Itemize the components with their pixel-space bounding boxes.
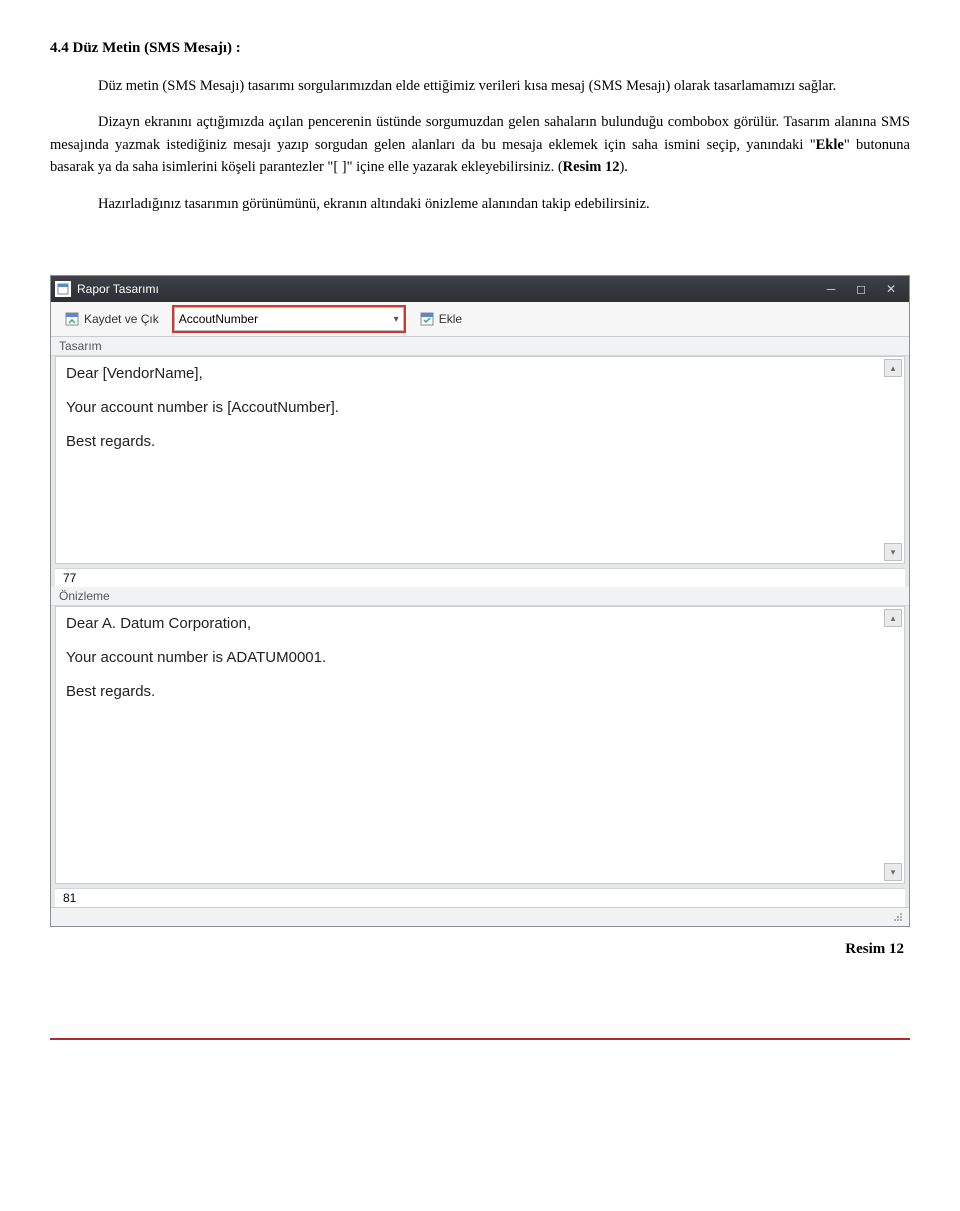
p2-end: ). bbox=[619, 159, 627, 175]
minimize-button[interactable]: ─ bbox=[817, 280, 845, 298]
scroll-up-icon[interactable]: ▴ bbox=[884, 609, 902, 627]
preview-editor: ▴ Dear A. Datum Corporation, Your accoun… bbox=[55, 606, 905, 884]
resize-grip-icon[interactable] bbox=[891, 910, 905, 924]
p2-bold-ekle: Ekle bbox=[816, 137, 844, 153]
p2-lead: Dizayn ekranını açtığımızda açılan pence… bbox=[50, 114, 910, 152]
save-exit-label: Kaydet ve Çık bbox=[84, 312, 159, 326]
add-button[interactable]: Ekle bbox=[412, 308, 469, 330]
paragraph-1: Düz metin (SMS Mesajı) tasarımı sorgular… bbox=[50, 75, 910, 97]
window-buttons: ─ ◻ ✕ bbox=[817, 280, 905, 298]
p2-bold-resim: Resim 12 bbox=[563, 159, 620, 175]
field-combobox-highlight: AccoutNumber ▾ bbox=[172, 305, 406, 333]
app-window: Rapor Tasarımı ─ ◻ ✕ Kaydet ve Çık Accou… bbox=[50, 275, 910, 927]
save-icon bbox=[64, 311, 80, 327]
titlebar[interactable]: Rapor Tasarımı ─ ◻ ✕ bbox=[51, 276, 909, 302]
scroll-down-icon[interactable]: ▾ bbox=[884, 863, 902, 881]
status-bar bbox=[51, 907, 909, 926]
toolbar: Kaydet ve Çık AccoutNumber ▾ Ekle bbox=[51, 302, 909, 337]
app-icon bbox=[55, 281, 71, 297]
field-combobox-value: AccoutNumber bbox=[179, 312, 258, 326]
design-section-label: Tasarım bbox=[51, 337, 909, 356]
preview-text: Dear A. Datum Corporation, Your account … bbox=[56, 607, 904, 883]
close-button[interactable]: ✕ bbox=[877, 280, 905, 298]
figure-caption: Resim 12 bbox=[50, 941, 904, 958]
field-combobox[interactable]: AccoutNumber ▾ bbox=[174, 307, 404, 331]
paragraph-2: Dizayn ekranını açtığımızda açılan pence… bbox=[50, 111, 910, 178]
section-heading: 4.4 Düz Metin (SMS Mesajı) : bbox=[50, 40, 910, 57]
design-editor[interactable]: ▴ Dear [VendorName], Your account number… bbox=[55, 356, 905, 564]
window-title: Rapor Tasarımı bbox=[77, 282, 817, 296]
add-label: Ekle bbox=[439, 312, 462, 326]
design-text[interactable]: Dear [VendorName], Your account number i… bbox=[56, 357, 904, 563]
scroll-down-icon[interactable]: ▾ bbox=[884, 543, 902, 561]
preview-char-count: 81 bbox=[55, 888, 905, 907]
chevron-down-icon: ▾ bbox=[388, 314, 399, 325]
maximize-button[interactable]: ◻ bbox=[847, 280, 875, 298]
design-char-count: 77 bbox=[55, 568, 905, 587]
preview-section-label: Önizleme bbox=[51, 587, 909, 606]
scroll-up-icon[interactable]: ▴ bbox=[884, 359, 902, 377]
add-icon bbox=[419, 311, 435, 327]
footer-divider bbox=[50, 1038, 910, 1040]
paragraph-3: Hazırladığınız tasarımın görünümünü, ekr… bbox=[50, 193, 910, 215]
save-exit-button[interactable]: Kaydet ve Çık bbox=[57, 308, 166, 330]
